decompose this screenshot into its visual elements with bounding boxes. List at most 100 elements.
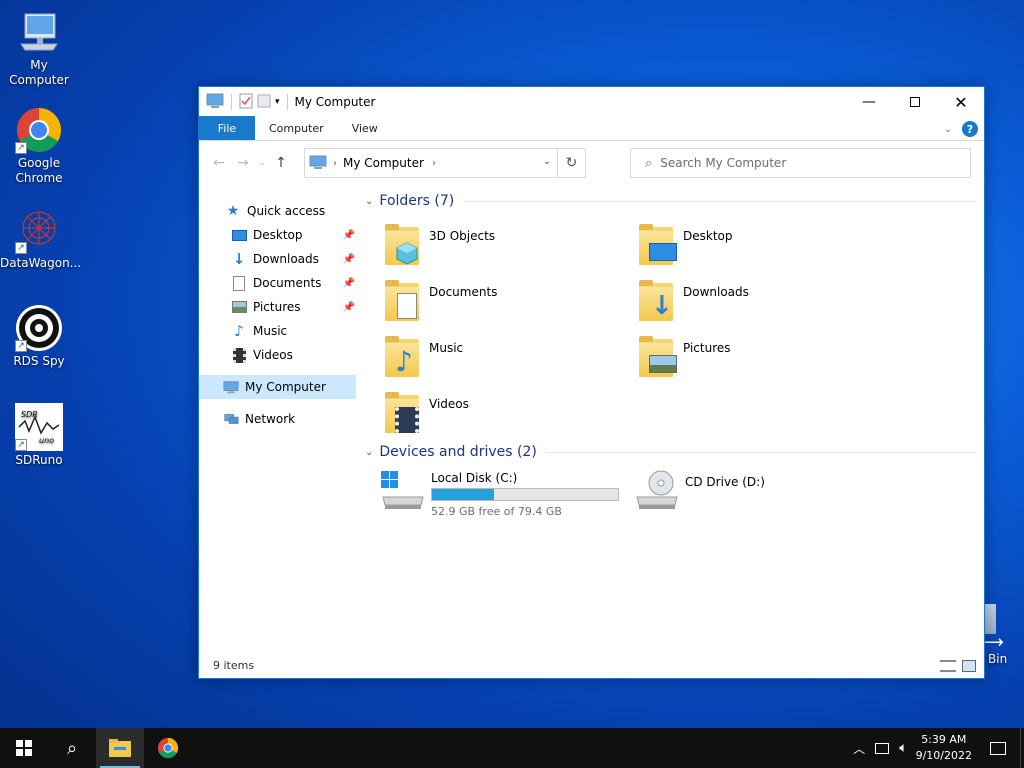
group-title: Devices and drives (2) [379,444,537,460]
breadcrumb-separator-icon[interactable]: › [432,158,436,169]
desktop-icon-datawagon[interactable]: ↗ DataWagon... [0,206,82,271]
drive-label: Local Disk (C:) [431,471,518,485]
status-item-count: 9 items [213,659,255,672]
tab-view[interactable]: View [338,116,392,140]
folder-label: Documents [429,285,498,299]
desktop-icon-label: DataWagon... [0,256,82,270]
address-history-icon[interactable]: ⌄ [543,156,551,167]
sidebar-item-music[interactable]: ♪ Music [199,319,359,343]
properties-icon[interactable] [239,93,253,112]
drive-usage-bar [431,488,619,501]
drive-tile-c[interactable]: Local Disk (C:) 52.9 GB free of 79.4 GB [379,469,629,518]
chevron-down-icon[interactable]: ⌄ [365,196,373,207]
svg-text:SDR: SDR [21,410,38,419]
pictures-folder-icon [637,335,677,379]
pin-icon[interactable]: 📌 [343,230,355,241]
title-bar[interactable]: ▾ My Computer — ✕ [199,87,984,117]
folder-tile[interactable]: ↓ Downloads [637,279,887,323]
details-view-icon[interactable] [940,660,956,672]
folder-label: Desktop [683,229,733,243]
notifications-icon[interactable] [990,741,1006,755]
pin-icon[interactable]: 📌 [343,278,355,289]
shortcut-arrow-icon: ↗ [15,439,27,451]
forward-icon[interactable]: → [231,155,255,171]
music-icon: ♪ [234,322,244,340]
sidebar-item-network[interactable]: Network [199,407,359,431]
back-icon[interactable]: ← [207,155,231,171]
tab-file[interactable]: File [199,116,255,140]
sidebar-item-videos[interactable]: Videos [199,343,359,367]
start-button[interactable] [0,728,48,768]
sidebar-item-pictures[interactable]: Pictures 📌 [199,295,359,319]
star-icon: ★ [226,203,240,219]
network-tray-icon[interactable] [875,742,890,754]
taskbar-file-explorer[interactable] [96,728,144,768]
quick-access-toolbar: ▾ [199,87,291,117]
computer-small-icon [206,93,224,112]
expand-ribbon-icon[interactable]: ⌄ [944,124,952,135]
system-tray: ︿ 🔈︎ 5:39 AM 9/10/2022 [853,728,1024,768]
folder-tile[interactable]: Videos [383,391,633,435]
download-icon: ↓ [232,250,246,268]
shortcut-arrow-icon: ↗ [15,340,27,352]
folder-tile[interactable]: ♪ Music [383,335,633,379]
chrome-icon [157,737,179,759]
show-desktop-button[interactable] [1020,728,1024,768]
maximize-button[interactable] [892,87,938,117]
desktop-icon-chrome[interactable]: ↗ Google Chrome [0,106,78,186]
pin-icon[interactable]: 📌 [343,302,355,313]
search-button[interactable]: ⌕ [48,728,96,768]
sidebar-item-label: Downloads [253,252,319,266]
pin-icon[interactable]: 📌 [343,254,355,265]
new-folder-icon[interactable] [257,93,271,112]
large-icons-view-icon[interactable] [962,660,976,672]
minimize-icon: — [862,94,876,110]
up-icon[interactable]: ↑ [269,155,293,171]
folder-label: 3D Objects [429,229,496,243]
sidebar-item-quick-access[interactable]: ★ Quick access [199,199,359,223]
sidebar-item-documents[interactable]: Documents 📌 [199,271,359,295]
address-bar[interactable]: › My Computer › ⌄ ↻ [304,148,586,178]
minimize-button[interactable]: — [846,87,892,117]
taskbar: ⌕ ︿ 🔈︎ 5:39 AM 9/10/2022 [0,728,1024,768]
folder-label: Downloads [683,285,749,299]
file-explorer-icon [109,739,131,757]
show-hidden-icons-icon[interactable]: ︿ [853,740,865,757]
folder-label: Videos [429,397,469,411]
folder-tile[interactable]: Desktop [637,223,887,267]
folder-tile[interactable]: 3D Objects [383,223,633,267]
clock[interactable]: 5:39 AM 9/10/2022 [916,732,972,764]
breadcrumb[interactable]: My Computer [343,156,424,170]
desktop-icon-my-computer[interactable]: My Computer [0,8,78,88]
search-box[interactable]: ⌕ [630,148,971,178]
music-folder-icon: ♪ [383,335,423,379]
sidebar-item-label: Videos [253,348,293,362]
recent-locations-icon[interactable]: ⌄ [255,158,269,168]
sidebar-item-label: My Computer [245,380,326,394]
search-input[interactable] [660,156,941,170]
window-title: My Computer [294,95,376,109]
drive-tile-d[interactable]: CD Drive (D:) [633,469,883,513]
desktop-icon-sdruno[interactable]: SDR uno ↗ SDRuno [0,403,78,468]
volume-icon[interactable]: 🔈︎ [899,740,907,756]
sidebar-item-my-computer[interactable]: My Computer [199,375,356,399]
close-button[interactable]: ✕ [938,87,984,117]
sidebar-item-desktop[interactable]: Desktop 📌 [199,223,359,247]
sidebar-item-downloads[interactable]: ↓ Downloads 📌 [199,247,359,271]
folder-tile[interactable]: Pictures [637,335,887,379]
help-icon[interactable]: ? [962,121,978,137]
navigation-pane: ★ Quick access Desktop 📌 ↓ Downloads 📌 D… [199,185,359,655]
breadcrumb-separator-icon[interactable]: › [333,158,337,169]
shortcut-arrow-icon: ↗ [15,242,27,254]
folder-tile[interactable]: Documents [383,279,633,323]
desktop-icon-label: SDRuno [15,453,63,467]
tab-computer[interactable]: Computer [255,116,338,140]
chevron-down-icon[interactable]: ⌄ [365,447,373,458]
taskbar-chrome[interactable] [144,728,192,768]
desktop-folder-icon [637,223,677,267]
desktop-icon-rds-spy[interactable]: ↗ RDS Spy [0,304,78,369]
refresh-icon[interactable]: ↻ [557,149,585,177]
customize-toolbar-icon[interactable]: ▾ [275,97,280,107]
drives-group-header[interactable]: ⌄ Devices and drives (2) [365,444,975,460]
folders-group-header[interactable]: ⌄ Folders (7) [365,193,975,209]
